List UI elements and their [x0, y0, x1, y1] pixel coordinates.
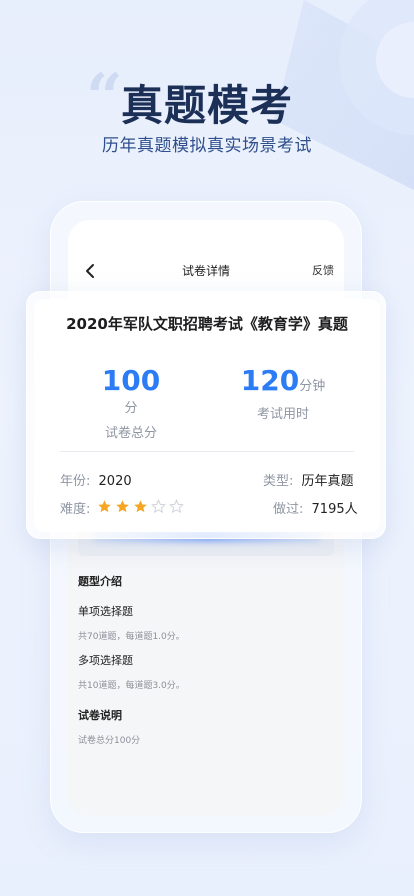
- question-type-title: 单项选择题: [78, 605, 133, 618]
- done-key: 做过:: [273, 502, 304, 517]
- year-key: 年份:: [60, 474, 91, 489]
- question-type-desc: 共10道题，每道题3.0分。: [78, 681, 185, 691]
- hero-title: 真题模考: [120, 81, 293, 130]
- difficulty-meta: 难度:: [60, 498, 90, 517]
- year-value: 2020: [98, 474, 132, 489]
- star-filled-icon: [116, 500, 129, 513]
- hero-subtitle: 历年真题模拟真实场景考试: [102, 136, 312, 156]
- year-meta: 年份: 2020: [60, 470, 132, 489]
- type-value: 历年真题: [301, 474, 354, 489]
- intro-section-title: 题型介绍: [78, 575, 122, 588]
- feedback-button[interactable]: 反馈: [312, 262, 334, 278]
- question-type-intro: 题型介绍 单项选择题 共70道题，每道题1.0分。 多项选择题 共10道题，每道…: [68, 573, 344, 746]
- type-meta: 类型: 历年真题: [263, 470, 354, 489]
- star-filled-icon: [98, 500, 111, 513]
- star-empty-icon: [169, 499, 184, 514]
- total-score-stat: 100 分 试卷总分: [96, 364, 166, 441]
- total-score-label: 试卷总分: [104, 426, 157, 441]
- paper-info-desc: 试卷总分100分: [78, 736, 141, 746]
- exam-time-value: 120: [240, 364, 300, 397]
- divider: [60, 451, 354, 452]
- type-key: 类型:: [263, 474, 294, 489]
- star-empty-icon: [151, 499, 166, 514]
- exam-time-label: 考试用时: [256, 407, 309, 422]
- exam-title: 2020年军队文职招聘考试《教育学》真题: [66, 315, 348, 333]
- total-score-value: 100: [101, 364, 161, 397]
- exam-time-unit: 分钟: [299, 379, 326, 394]
- paper-info-title: 试卷说明: [78, 709, 122, 722]
- difficulty-stars: [97, 499, 184, 514]
- question-type-title: 多项选择题: [78, 654, 133, 667]
- question-type-desc: 共70道题，每道题1.0分。: [78, 632, 185, 642]
- done-value: 7195人: [311, 502, 358, 517]
- difficulty-key: 难度:: [60, 502, 91, 517]
- star-filled-icon: [134, 500, 147, 513]
- screen-title: 试卷详情: [181, 264, 230, 278]
- total-score-unit: 分: [124, 401, 138, 416]
- done-meta: 做过: 7195人: [273, 498, 358, 517]
- exam-time-stat: 120分钟 考试用时: [238, 364, 328, 422]
